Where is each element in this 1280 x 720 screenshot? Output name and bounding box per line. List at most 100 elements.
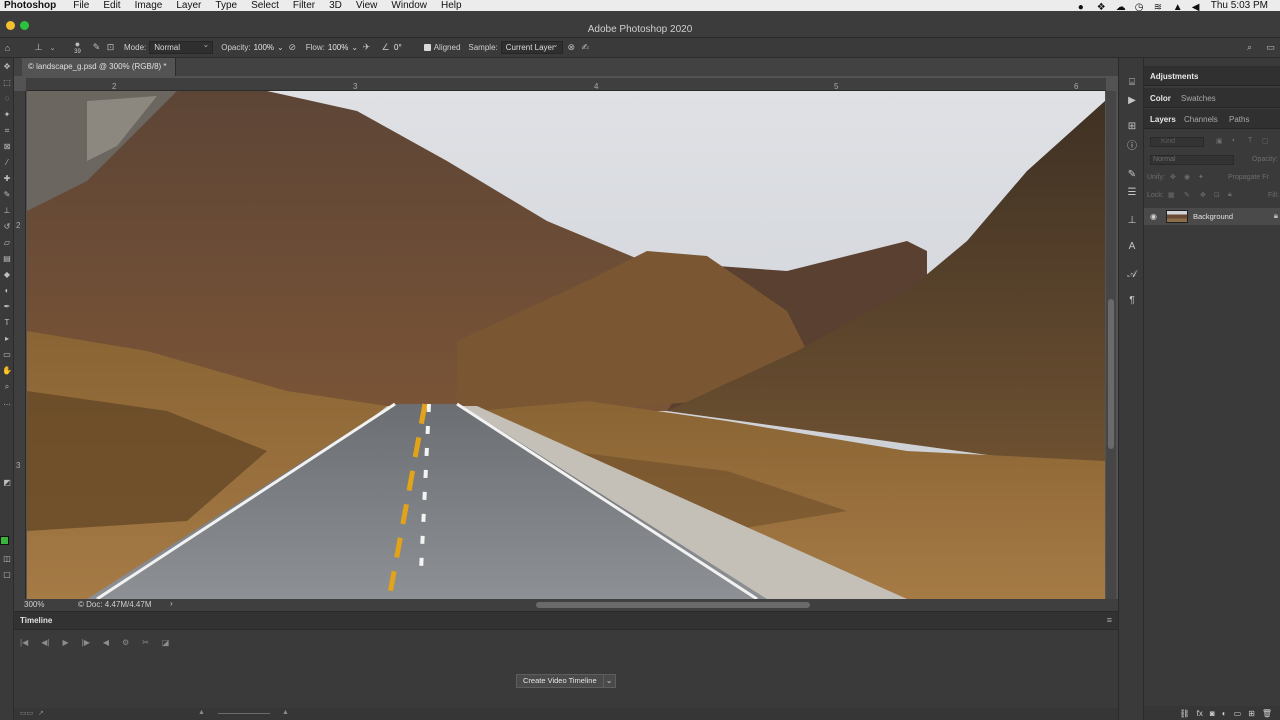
ruler-vertical[interactable]: 2 3 [14, 91, 26, 599]
split-scissors-icon[interactable]: ✂ [142, 638, 149, 647]
layer-row-background[interactable]: ◉ Background 🔒︎ [1144, 208, 1280, 225]
document-info[interactable]: © Doc: 4.47M/4.47M [78, 600, 151, 609]
wifi-icon[interactable]: ≋ [1154, 2, 1164, 12]
edit-toolbar-icon[interactable]: … [2, 398, 12, 408]
document-canvas[interactable] [27, 91, 1105, 599]
opacity-dropdown-icon[interactable]: ⌄ [277, 43, 284, 52]
canvas-vertical-scrollbar[interactable] [1106, 91, 1116, 599]
ruler-horizontal[interactable]: 2 3 4 5 6 [26, 78, 1106, 91]
filter-shape-icon[interactable]: ▢ [1262, 137, 1269, 145]
menu-app-photoshop[interactable]: Photoshop [0, 0, 66, 11]
type-tool-icon[interactable]: T [2, 318, 12, 328]
pressure-opacity-icon[interactable]: ⊘ [287, 42, 298, 53]
opacity-value[interactable]: 100% [254, 43, 274, 52]
properties-icon[interactable]: ⊞ [1125, 120, 1139, 134]
create-video-timeline-button[interactable]: Create Video Timeline [516, 674, 604, 688]
character-icon[interactable]: A [1125, 240, 1139, 254]
eyedropper-tool-icon[interactable]: ⁄ [2, 158, 12, 168]
dropbox-icon[interactable]: ❖ [1097, 2, 1107, 12]
creative-cloud-icon[interactable]: ☁ [1116, 2, 1126, 12]
gradient-tool-icon[interactable]: ▤ [2, 254, 12, 264]
layer-visibility-eye-icon[interactable]: ◉ [1150, 212, 1157, 221]
zoom-level[interactable]: 300% [24, 600, 44, 609]
menu-view[interactable]: View [349, 0, 385, 11]
menubar-clock[interactable]: Thu 5:03 PM [1211, 0, 1268, 11]
zoom-in-mountain-icon[interactable]: ▲ [282, 709, 289, 716]
workspace-icon[interactable]: ▭ [1265, 42, 1276, 53]
play-icon[interactable]: ▶ [62, 638, 68, 647]
vertical-scroll-thumb[interactable] [1108, 299, 1114, 449]
glyphs-icon[interactable]: 𝒜 [1125, 268, 1139, 282]
horizontal-scroll-thumb[interactable] [536, 602, 810, 608]
render-icon[interactable]: ↗ [38, 709, 44, 717]
filter-pixel-icon[interactable]: ▣ [1216, 137, 1223, 145]
lasso-tool-icon[interactable]: ◌ [2, 94, 12, 104]
convert-frames-icon[interactable]: ▭▭ [20, 709, 33, 717]
lock-position-icon[interactable]: ✥ [1200, 191, 1206, 199]
menu-help[interactable]: Help [434, 0, 469, 11]
pressure-size-icon[interactable]: ✍ [580, 42, 591, 53]
lock-transparent-icon[interactable]: ▦ [1168, 191, 1175, 199]
menu-window[interactable]: Window [384, 0, 434, 11]
marquee-tool-icon[interactable]: ⬚ [2, 78, 12, 88]
layer-name[interactable]: Background [1193, 212, 1233, 221]
next-frame-icon[interactable]: |▶ [82, 638, 90, 647]
go-to-first-frame-icon[interactable]: |◀ [20, 638, 28, 647]
status-menu-chevron-icon[interactable]: › [170, 599, 173, 608]
histogram-icon[interactable]: ⌸ [1125, 76, 1139, 90]
angle-value[interactable]: 0° [394, 43, 402, 52]
volume-icon[interactable]: ◀ [1192, 2, 1202, 12]
menu-type[interactable]: Type [208, 0, 244, 11]
clone-stamp-tool-icon[interactable]: ⊥ [2, 206, 12, 216]
delete-layer-trash-icon[interactable]: 🗑︎ [1262, 709, 1272, 718]
audio-icon[interactable]: ◀ [103, 638, 109, 647]
menu-layer[interactable]: Layer [169, 0, 208, 11]
clone-source-panel-icon[interactable]: ⊥ [1125, 214, 1139, 228]
new-adjustment-icon[interactable]: ◐ [1222, 709, 1227, 718]
actions-play-icon[interactable]: ▶ [1125, 94, 1139, 108]
create-timeline-dropdown-icon[interactable]: ⌄ [603, 674, 616, 688]
paragraph-icon[interactable]: ¶ [1125, 294, 1139, 308]
tab-adjustments[interactable]: Adjustments [1150, 72, 1198, 81]
tab-layers[interactable]: Layers [1150, 115, 1176, 124]
move-tool-icon[interactable]: ✥ [2, 62, 12, 72]
transition-icon[interactable]: ◪ [162, 638, 170, 647]
add-mask-icon[interactable]: ◙ [1210, 709, 1215, 718]
dodge-tool-icon[interactable]: ◐ [2, 286, 12, 296]
propagate-frame-label[interactable]: Propagate Fr [1228, 174, 1269, 181]
healing-brush-tool-icon[interactable]: ✚ [2, 174, 12, 184]
flow-value[interactable]: 100% [328, 43, 348, 52]
blur-tool-icon[interactable]: ◆ [2, 270, 12, 280]
history-brush-tool-icon[interactable]: ↺ [2, 222, 12, 232]
eraser-tool-icon[interactable]: ▱ [2, 238, 12, 248]
quick-mask-icon[interactable]: ◫ [2, 554, 12, 564]
unify-visibility-icon[interactable]: ◉ [1184, 173, 1190, 181]
new-group-folder-icon[interactable]: ▭ [1234, 709, 1242, 718]
foreground-color-swatch[interactable] [0, 536, 9, 545]
document-tab[interactable]: © landscape_g.psd @ 300% (RGB/8) * [22, 58, 176, 76]
record-icon[interactable]: ● [1078, 2, 1088, 12]
aligned-checkbox[interactable] [423, 44, 431, 51]
previous-frame-icon[interactable]: ◀| [41, 638, 49, 647]
ignore-adjustment-layers-icon[interactable]: ⊗ [566, 42, 577, 53]
menu-edit[interactable]: Edit [96, 0, 127, 11]
timemachine-icon[interactable]: ◷ [1135, 2, 1145, 12]
zoom-out-mountain-icon[interactable]: ▲ [198, 709, 205, 716]
menu-file[interactable]: File [66, 0, 96, 11]
tab-color[interactable]: Color [1150, 94, 1171, 103]
menu-image[interactable]: Image [128, 0, 170, 11]
brush-preset-icon[interactable]: ● [72, 39, 83, 48]
airplay-icon[interactable]: ▲ [1173, 2, 1183, 12]
lock-artboard-icon[interactable]: ⊡ [1214, 191, 1220, 199]
info-icon[interactable]: ⓘ [1125, 140, 1139, 154]
flow-dropdown-icon[interactable]: ⌄ [351, 43, 358, 52]
default-colors-icon[interactable]: ◩ [2, 478, 12, 488]
pen-tool-icon[interactable]: ✒ [2, 302, 12, 312]
clone-source-icon[interactable]: ⊡ [105, 42, 116, 53]
brush-settings-icon[interactable]: ✎ [91, 42, 102, 53]
home-icon[interactable]: ⌂ [2, 42, 13, 53]
tab-swatches[interactable]: Swatches [1181, 94, 1216, 103]
filter-type-icon[interactable]: T [1248, 137, 1252, 144]
timeline-zoom-slider[interactable] [218, 713, 270, 714]
link-layers-icon[interactable]: ⛓ [1180, 709, 1190, 718]
